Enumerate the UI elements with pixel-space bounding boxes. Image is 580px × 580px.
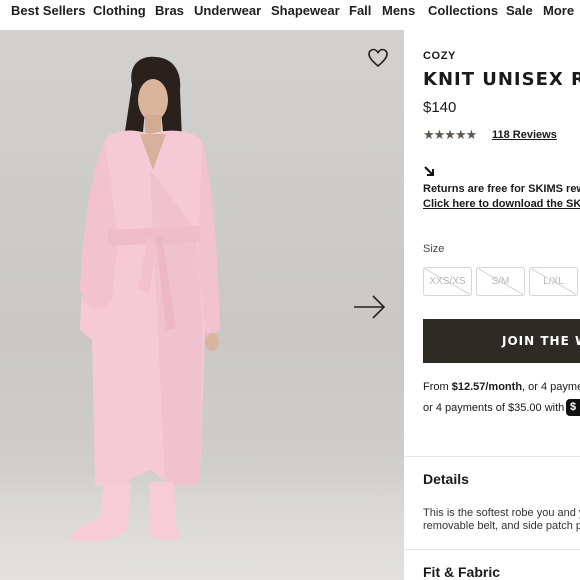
download-app-link[interactable]: Click here to download the SKIM (423, 198, 580, 210)
next-image-arrow-icon[interactable] (352, 292, 388, 322)
product-title: KNIT UNISEX ROBE (423, 69, 580, 90)
size-option-xxs-xs[interactable]: XXS/XS (423, 267, 472, 296)
nav-item-best-sellers[interactable]: Best Sellers (11, 3, 85, 18)
nav-item-underwear[interactable]: Underwear (194, 3, 261, 18)
returns-info-text: Returns are free for SKIMS rewa (423, 183, 580, 195)
collection-tag[interactable]: COZY (423, 50, 456, 62)
nav-item-more[interactable]: More (543, 3, 574, 18)
nav-item-collections[interactable]: Collections (428, 3, 498, 18)
product-price: $140 (423, 99, 457, 116)
installment-suffix: , or 4 payme (522, 381, 580, 393)
installment-amount: $12.57/month (451, 381, 523, 393)
favorite-heart-icon[interactable] (366, 46, 390, 70)
nav-item-mens[interactable]: Mens (382, 3, 415, 18)
nav-item-shapewear[interactable]: Shapewear (271, 3, 340, 18)
details-text: This is the softest robe you and y (423, 507, 580, 519)
product-image[interactable] (0, 30, 404, 580)
size-label: Size (423, 243, 445, 255)
pay-in-four-text: or 4 payments of $35.00 with (423, 402, 565, 414)
nav-item-fall[interactable]: Fall (349, 3, 371, 18)
top-nav: Best Sellers Clothing Bras Underwear Sha… (0, 0, 580, 30)
size-option-s-m[interactable]: S/M (476, 267, 525, 296)
size-option-l-xl[interactable]: L/XL (529, 267, 578, 296)
installment-text: From $12.57/month, or 4 payme (423, 381, 580, 393)
nav-item-bras[interactable]: Bras (155, 3, 184, 18)
divider (404, 456, 580, 457)
fit-fabric-accordion-header[interactable]: Fit & Fabric (423, 564, 500, 580)
rating-stars-icon: ★★★★★ (423, 127, 477, 142)
join-waitlist-button[interactable]: JOIN THE WAI (423, 319, 580, 363)
product-info-panel: COZY KNIT UNISEX ROBE $140 ★★★★★ 118 Rev… (404, 30, 580, 580)
installment-prefix: From (423, 381, 452, 393)
divider (404, 549, 580, 550)
details-text: removable belt, and side patch p (423, 520, 580, 532)
size-option-label: L/XL (543, 276, 564, 287)
size-option-label: S/M (491, 276, 510, 287)
size-option-label: XXS/XS (429, 276, 466, 287)
nav-item-clothing[interactable]: Clothing (93, 3, 146, 18)
model-figure (70, 56, 220, 542)
nav-item-sale[interactable]: Sale (506, 3, 533, 18)
reviews-link[interactable]: 118 Reviews (492, 129, 557, 141)
details-accordion-header[interactable]: Details (423, 471, 469, 487)
arrow-down-right-icon (423, 164, 435, 176)
payment-provider-logo[interactable]: $ (566, 399, 580, 416)
